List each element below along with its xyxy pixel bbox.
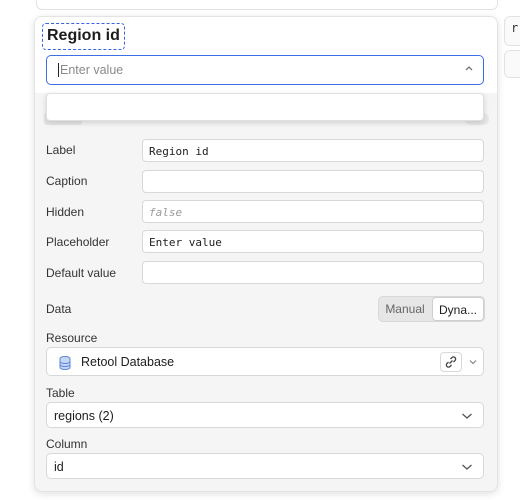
default-value-input[interactable] (142, 261, 484, 284)
component-title[interactable]: Region id (42, 23, 125, 50)
table-select[interactable]: regions (2) (46, 402, 484, 428)
previous-card (36, 0, 498, 10)
side-chip[interactable]: r (504, 16, 520, 46)
chevron-up-icon[interactable] (463, 62, 475, 76)
hidden-field-label: Hidden (46, 205, 85, 219)
data-source-manual-option[interactable]: Manual (379, 297, 431, 321)
table-label: Table (46, 386, 75, 400)
data-source-label: Data (46, 302, 72, 316)
chevron-down-icon[interactable] (468, 357, 478, 367)
placeholder-field-label: Placeholder (46, 235, 110, 249)
placeholder-input[interactable]: Enter value (142, 230, 484, 253)
resource-select[interactable]: Retool Database (46, 347, 484, 376)
preview-select[interactable]: Enter value (46, 55, 484, 85)
column-label: Column (46, 437, 88, 451)
resource-link-button[interactable] (440, 352, 462, 372)
label-input[interactable]: Region id (142, 139, 484, 162)
default-value-field-label: Default value (46, 266, 117, 280)
side-chip-2[interactable] (504, 50, 520, 78)
column-select[interactable]: id (46, 453, 484, 479)
text-caret (58, 63, 59, 77)
data-source-dynamic-option[interactable]: Dyna... (432, 297, 484, 321)
resource-label: Resource (46, 331, 98, 345)
caption-field-label: Caption (46, 174, 88, 188)
table-value: regions (2) (54, 409, 114, 423)
column-value: id (54, 460, 64, 474)
inspector-panel: Region id Enter value Label Region id Ca… (34, 16, 498, 492)
select-dropdown-menu[interactable] (46, 93, 484, 121)
side-chip-text: r (511, 21, 519, 35)
label-field-label: Label (46, 143, 76, 157)
chevron-down-icon (462, 413, 472, 419)
hidden-input[interactable]: false (142, 200, 484, 223)
select-placeholder: Enter value (60, 63, 124, 77)
component-preview: Region id Enter value (35, 17, 497, 93)
caption-input[interactable] (142, 170, 484, 193)
data-source-toggle: Manual Dyna... (378, 296, 485, 322)
chevron-down-icon (462, 464, 472, 470)
link-icon (445, 356, 457, 368)
database-icon (59, 356, 71, 370)
resource-value: Retool Database (81, 355, 175, 369)
